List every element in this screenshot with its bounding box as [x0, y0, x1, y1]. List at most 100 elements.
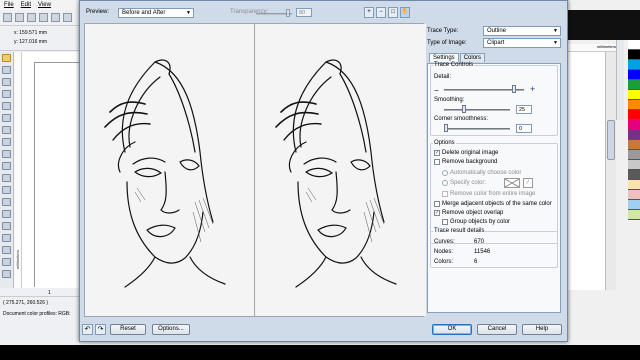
- options-button[interactable]: Options...: [152, 324, 190, 335]
- remove-color-entire-checkbox[interactable]: Remove color from entire image: [442, 191, 535, 197]
- palette-swatch[interactable]: [628, 160, 640, 170]
- menu-view[interactable]: View: [38, 2, 51, 8]
- remove-overlap-label: Remove object overlap: [442, 210, 504, 216]
- fill-tool-icon[interactable]: [2, 258, 11, 266]
- detail-slider-thumb[interactable]: [512, 85, 517, 93]
- outline-tool-icon[interactable]: [2, 246, 11, 254]
- smoothing-slider-thumb[interactable]: [462, 105, 466, 113]
- preview-area[interactable]: [84, 23, 426, 317]
- crop-tool-icon[interactable]: [2, 78, 11, 86]
- palette-swatch[interactable]: [628, 170, 640, 180]
- scrollbar-thumb[interactable]: [607, 120, 615, 160]
- x-coordinate[interactable]: x: 159.571 mm: [14, 30, 47, 36]
- smoothing-slider[interactable]: [444, 109, 510, 111]
- y-coordinate[interactable]: y: 127.016 mm: [14, 39, 47, 45]
- group-by-color-checkbox[interactable]: Group objects by color: [442, 219, 510, 225]
- freehand-tool-icon[interactable]: [2, 102, 11, 110]
- ellipse-tool-icon[interactable]: [2, 138, 11, 146]
- palette-swatch[interactable]: [628, 130, 640, 140]
- image-type-select[interactable]: Clipart ▼: [483, 38, 561, 48]
- color-profile-status[interactable]: Document color profiles: RGB:: [3, 311, 71, 317]
- palette-swatch[interactable]: [628, 70, 640, 80]
- auto-choose-color-radio[interactable]: Automatically choose color: [442, 170, 521, 176]
- tab-settings[interactable]: Settings: [429, 53, 459, 62]
- specify-color-radio[interactable]: Specify color:: [442, 180, 486, 186]
- pan-tool-icon[interactable]: ✋: [400, 7, 410, 18]
- blend-tool-icon[interactable]: [2, 222, 11, 230]
- copy-icon[interactable]: [63, 13, 72, 22]
- corner-smoothness-value[interactable]: 0: [516, 124, 532, 133]
- eyedropper-tool-icon[interactable]: [2, 234, 11, 242]
- table-tool-icon[interactable]: [2, 186, 11, 194]
- palette-swatch[interactable]: [628, 140, 640, 150]
- trace-type-select[interactable]: Outline ▼: [483, 26, 561, 36]
- palette-swatch[interactable]: [628, 190, 640, 200]
- settings-panel: Trace Type: Outline ▼ Type of Image: Clip…: [427, 23, 566, 317]
- cancel-button[interactable]: Cancel: [477, 324, 517, 335]
- palette-swatch[interactable]: [628, 180, 640, 190]
- redo-icon[interactable]: ↷: [95, 324, 106, 335]
- pick-tool-icon[interactable]: [2, 54, 11, 62]
- delete-original-checkbox[interactable]: ✓ Delete original image: [434, 150, 498, 156]
- transparency-value[interactable]: 80: [296, 8, 312, 17]
- palette-swatch[interactable]: [628, 60, 640, 70]
- horizontal-ruler: millimeters: [568, 44, 618, 52]
- open-icon[interactable]: [15, 13, 24, 22]
- corner-smoothness-slider[interactable]: [444, 128, 510, 130]
- save-icon[interactable]: [27, 13, 36, 22]
- auto-choose-color-label: Automatically choose color: [450, 170, 522, 176]
- palette-swatch[interactable]: [628, 150, 640, 160]
- basic-shapes-icon[interactable]: [2, 162, 11, 170]
- corner-smoothness-thumb[interactable]: [444, 124, 448, 132]
- palette-swatch[interactable]: [628, 200, 640, 210]
- ok-button[interactable]: OK: [432, 324, 472, 335]
- palette-swatch[interactable]: [628, 90, 640, 100]
- zoom-in-icon[interactable]: +: [364, 7, 374, 18]
- zoom-fit-icon[interactable]: □: [388, 7, 398, 18]
- smoothing-value[interactable]: 25: [516, 105, 532, 114]
- drawing-canvas-right[interactable]: [568, 52, 606, 290]
- connector-tool-icon[interactable]: [2, 210, 11, 218]
- palette-swatch[interactable]: [628, 50, 640, 60]
- color-swatch-button[interactable]: [504, 178, 520, 188]
- dimension-tool-icon[interactable]: [2, 198, 11, 206]
- corner-smoothness-label: Corner smoothness:: [434, 116, 489, 122]
- merge-adjacent-checkbox[interactable]: Merge adjacent objects of the same color: [434, 201, 552, 207]
- palette-swatch[interactable]: [628, 210, 640, 220]
- docker-tabs[interactable]: [616, 40, 624, 120]
- menu-edit[interactable]: Edit: [21, 2, 31, 8]
- interactive-fill-icon[interactable]: [2, 270, 11, 278]
- undo-icon[interactable]: ↶: [82, 324, 93, 335]
- menu-file[interactable]: File: [4, 2, 14, 8]
- help-button[interactable]: Help: [522, 324, 562, 335]
- palette-swatch[interactable]: [628, 110, 640, 120]
- toolbox: [0, 52, 14, 290]
- reset-button[interactable]: Reset: [110, 324, 146, 335]
- rectangle-tool-icon[interactable]: [2, 126, 11, 134]
- preview-mode-select[interactable]: Before and After ▼: [118, 8, 194, 18]
- palette-swatch[interactable]: [628, 80, 640, 90]
- text-tool-icon[interactable]: [2, 174, 11, 182]
- checkbox-box: [434, 159, 440, 165]
- vertical-scrollbar[interactable]: [606, 52, 616, 290]
- zoom-tool-icon[interactable]: [2, 90, 11, 98]
- colors-value: 6: [474, 259, 478, 265]
- shape-tool-icon[interactable]: [2, 66, 11, 74]
- smart-fill-icon[interactable]: [2, 114, 11, 122]
- tab-colors[interactable]: Colors: [459, 53, 486, 62]
- cut-icon[interactable]: [51, 13, 60, 22]
- new-icon[interactable]: [3, 13, 12, 22]
- drawing-canvas[interactable]: [22, 52, 80, 290]
- remove-overlap-checkbox[interactable]: ✓ Remove object overlap: [434, 210, 503, 216]
- print-icon[interactable]: [39, 13, 48, 22]
- zoom-out-icon[interactable]: −: [376, 7, 386, 18]
- curves-label: Curves:: [434, 239, 455, 245]
- transparency-thumb[interactable]: [286, 9, 290, 17]
- polygon-tool-icon[interactable]: [2, 150, 11, 158]
- remove-background-checkbox[interactable]: Remove background: [434, 159, 497, 165]
- palette-swatch[interactable]: [628, 40, 640, 50]
- before-image: [104, 59, 226, 288]
- palette-swatch[interactable]: [628, 120, 640, 130]
- palette-swatch[interactable]: [628, 100, 640, 110]
- eyedropper-icon[interactable]: ⁄: [523, 178, 533, 188]
